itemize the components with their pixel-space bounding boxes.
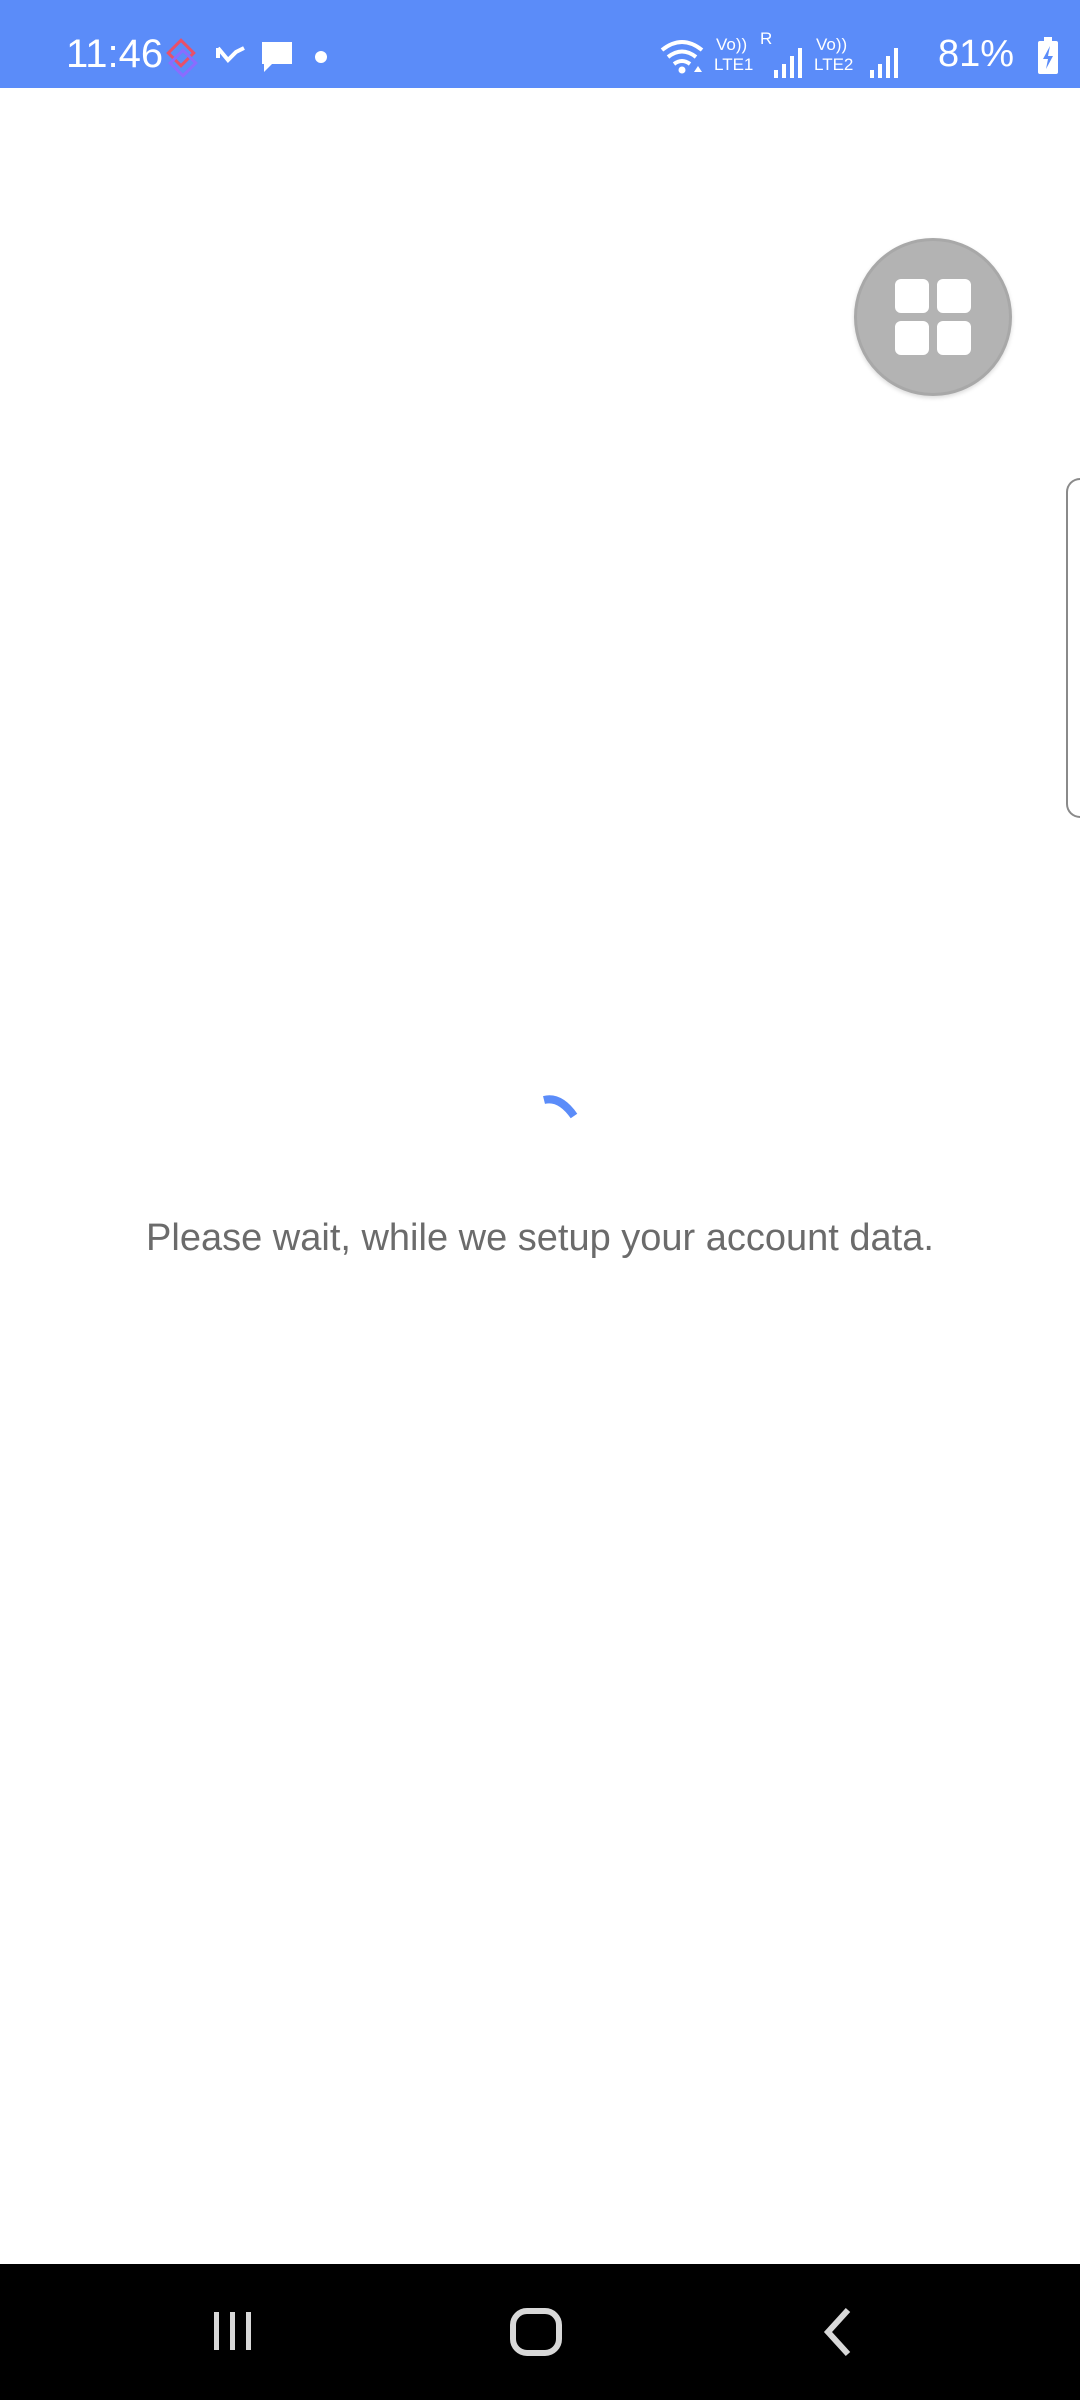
signal1-icon [774,48,802,78]
battery-charging-icon [1038,37,1058,74]
back-icon[interactable] [818,2306,858,2358]
status-right-icons: Vo)) R LTE1 Vo)) LTE2 81% [660,30,1080,80]
grid-menu-button[interactable] [854,238,1012,396]
sim1-network: LTE1 [714,55,754,74]
screen: 11:46 Vo)) R LTE1 Vo)) LTE2 81% Please w… [0,0,1080,2400]
sim1-roaming: R [760,29,773,48]
recents-icon[interactable] [210,2308,256,2354]
navigation-bar [0,2264,1080,2400]
edge-panel-handle[interactable] [1066,478,1080,818]
signal2-icon [870,48,898,78]
battery-percentage: 81% [937,33,1014,75]
sim1-indicator: Vo)) R LTE1 [710,30,780,80]
sim2-volte: Vo)) [816,35,848,54]
message-icon [262,42,292,72]
missed-call-icon [216,46,245,63]
dot-icon [315,51,327,63]
loading-message: Please wait, while we setup your account… [146,1217,934,1259]
status-time: 11:46 [66,32,164,76]
sim1-volte: Vo)) [716,35,748,54]
sim2-network: LTE2 [814,55,854,74]
sim2-indicator: Vo)) LTE2 [812,30,872,80]
status-bar: 11:46 Vo)) R LTE1 Vo)) LTE2 81% [0,0,1080,88]
loading-spinner-icon [543,1095,578,1119]
app-notification-icon [166,38,198,78]
home-icon[interactable] [508,2306,564,2358]
wifi-icon [660,40,704,74]
